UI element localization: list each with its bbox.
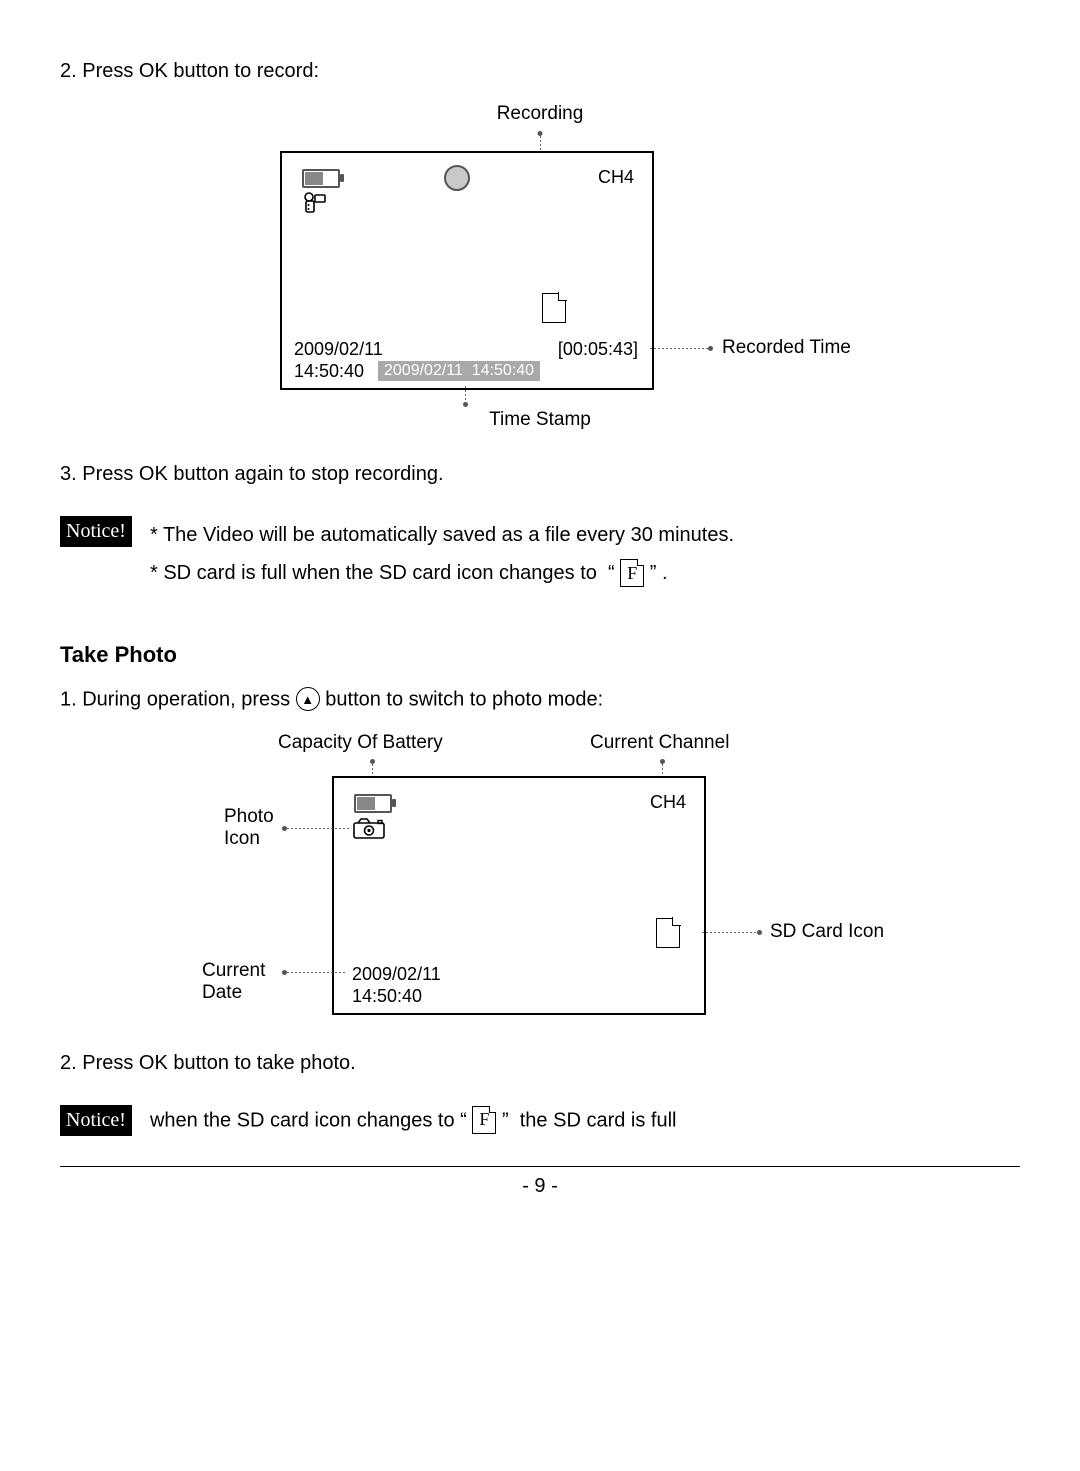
step-3-text: 3. Press OK button again to stop recordi… xyxy=(60,463,444,485)
date-osd-2: 2009/02/11 xyxy=(352,964,441,985)
notice-line-1: * The Video will be automatically saved … xyxy=(150,516,1020,554)
recording-indicator-icon xyxy=(444,165,470,191)
timestamp-line xyxy=(465,386,466,402)
photo-step-2-text: 2. Press OK button to take photo. xyxy=(60,1052,356,1074)
notice-block-2: Notice! when the SD card icon changes to… xyxy=(60,1105,1020,1136)
notice-body-1: * The Video will be automatically saved … xyxy=(150,516,1020,592)
video-icon xyxy=(302,191,332,215)
notice-line-2: * SD card is full when the SD card icon … xyxy=(150,554,1020,592)
date-osd: 2009/02/11 xyxy=(294,339,383,360)
channel-label: Current Channel xyxy=(590,732,729,754)
battery-icon xyxy=(302,169,340,188)
screen-box-1: CH4 2009/02/11 [00:05:43] 14:50:40 2009/… xyxy=(280,151,654,390)
sd-line xyxy=(702,932,757,933)
recorded-time-osd: [00:05:43] xyxy=(558,339,638,360)
photo-step-1: 1. During operation, press ▲ button to s… xyxy=(60,688,1020,712)
step-3: 3. Press OK button again to stop recordi… xyxy=(60,463,1020,486)
recorded-time-line xyxy=(650,348,708,349)
notice-block-1: Notice! * The Video will be automaticall… xyxy=(60,516,1020,592)
channel-osd-2: CH4 xyxy=(650,792,686,813)
time-osd: 14:50:40 xyxy=(294,361,364,382)
sd-full-icon: F xyxy=(620,559,644,587)
take-photo-heading: Take Photo xyxy=(60,642,1020,668)
notice-body-2: when the SD card icon changes to “ F ” t… xyxy=(150,1107,1020,1135)
recorded-time-label: Recorded Time xyxy=(722,337,851,359)
timestamp-box: 2009/02/11 14:50:40 xyxy=(378,361,540,381)
photo-step-2: 2. Press OK button to take photo. xyxy=(60,1052,1020,1075)
photo-icon xyxy=(352,818,386,840)
footer-separator xyxy=(60,1166,1020,1167)
recording-diagram: Recording CH4 2009/02/11 [00:05:43] 14:5… xyxy=(220,103,860,433)
channel-osd: CH4 xyxy=(598,167,634,188)
screen-box-2: CH4 2009/02/11 14:50:40 xyxy=(332,776,706,1015)
timestamp-dot xyxy=(463,402,468,407)
step-2-text: 2. Press OK button to record: xyxy=(60,60,319,82)
page-number: - 9 - xyxy=(60,1175,1020,1198)
date-line xyxy=(287,972,347,973)
date-label-1: Current xyxy=(202,960,265,982)
photo-icon-label-2: Icon xyxy=(224,828,260,850)
recording-label: Recording xyxy=(497,103,584,125)
timestamp-label: Time Stamp xyxy=(489,409,591,431)
battery-icon-2 xyxy=(354,794,392,813)
sd-card-icon-2 xyxy=(656,918,680,948)
photo-icon-label-1: Photo xyxy=(224,806,274,828)
time-osd-2: 14:50:40 xyxy=(352,986,422,1007)
sd-full-icon-2: F xyxy=(472,1106,496,1134)
step-2: 2. Press OK button to record: xyxy=(60,60,1020,83)
sd-card-icon xyxy=(542,293,566,323)
recorded-time-dot xyxy=(708,346,713,351)
battery-label: Capacity Of Battery xyxy=(278,732,443,754)
sd-dot xyxy=(757,930,762,935)
date-label-2: Date xyxy=(202,982,242,1004)
up-button-icon: ▲ xyxy=(296,687,320,711)
notice-badge-2: Notice! xyxy=(60,1105,132,1136)
notice-badge: Notice! xyxy=(60,516,132,547)
photo-icon-line xyxy=(287,828,349,829)
sd-label: SD Card Icon xyxy=(770,921,884,943)
photo-mode-diagram: Capacity Of Battery Current Channel CH4 … xyxy=(190,732,870,1022)
